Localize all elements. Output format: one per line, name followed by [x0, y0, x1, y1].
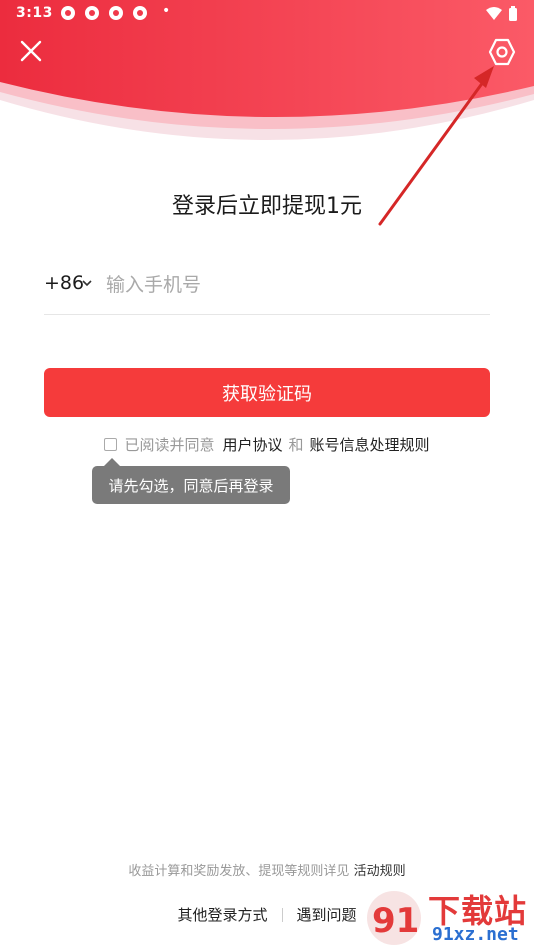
- agreement-prefix: 已阅读并同意: [124, 436, 215, 454]
- close-icon[interactable]: [16, 36, 46, 66]
- notification-icon: [109, 6, 123, 20]
- other-login-link[interactable]: 其他登录方式: [177, 904, 267, 925]
- problem-link[interactable]: 遇到问题: [297, 904, 357, 925]
- phone-number-input[interactable]: [106, 270, 476, 300]
- footer-rules: 收益计算和奖励发放、提现等规则详见 活动规则: [0, 860, 534, 879]
- agreement-row: 已阅读并同意 用户协议 和 账号信息处理规则: [0, 434, 534, 455]
- user-agreement-link[interactable]: 用户协议: [222, 434, 282, 455]
- footer-divider: [281, 907, 283, 922]
- watermark-logo-text: 91: [372, 901, 419, 941]
- notification-icon: [61, 6, 75, 20]
- battery-icon: [509, 6, 517, 21]
- notification-icon: [85, 6, 99, 20]
- status-more-dot: •: [162, 3, 171, 19]
- status-right: [486, 6, 518, 22]
- get-code-button[interactable]: 获取验证码: [44, 368, 490, 417]
- watermark-logo-icon: 91: [367, 891, 421, 945]
- notification-icon: [133, 6, 147, 20]
- account-rules-link[interactable]: 账号信息处理规则: [310, 434, 430, 455]
- country-code-selector[interactable]: +86: [44, 272, 84, 294]
- status-time: 3:13: [16, 5, 53, 21]
- chevron-down-icon[interactable]: [82, 278, 92, 288]
- agreement-checkbox[interactable]: [104, 438, 118, 451]
- page-title: 登录后立即提现1元: [172, 194, 362, 219]
- settings-icon[interactable]: [486, 36, 518, 68]
- agreement-and: 和: [288, 436, 304, 454]
- watermark: 91 下载站 91xz.net: [364, 886, 534, 950]
- activity-rules-link[interactable]: 活动规则: [354, 864, 406, 879]
- agreement-tooltip: 请先勾选，同意后再登录: [92, 466, 290, 504]
- tooltip-arrow: [104, 458, 120, 466]
- watermark-url: 91xz.net: [432, 924, 519, 945]
- notification-icons: [60, 5, 148, 21]
- rules-text: 收益计算和奖励发放、提现等规则详见: [128, 864, 350, 879]
- status-bar: 3:13 •: [0, 0, 534, 28]
- phone-input-row: +86: [44, 262, 490, 315]
- wifi-icon: [486, 7, 502, 20]
